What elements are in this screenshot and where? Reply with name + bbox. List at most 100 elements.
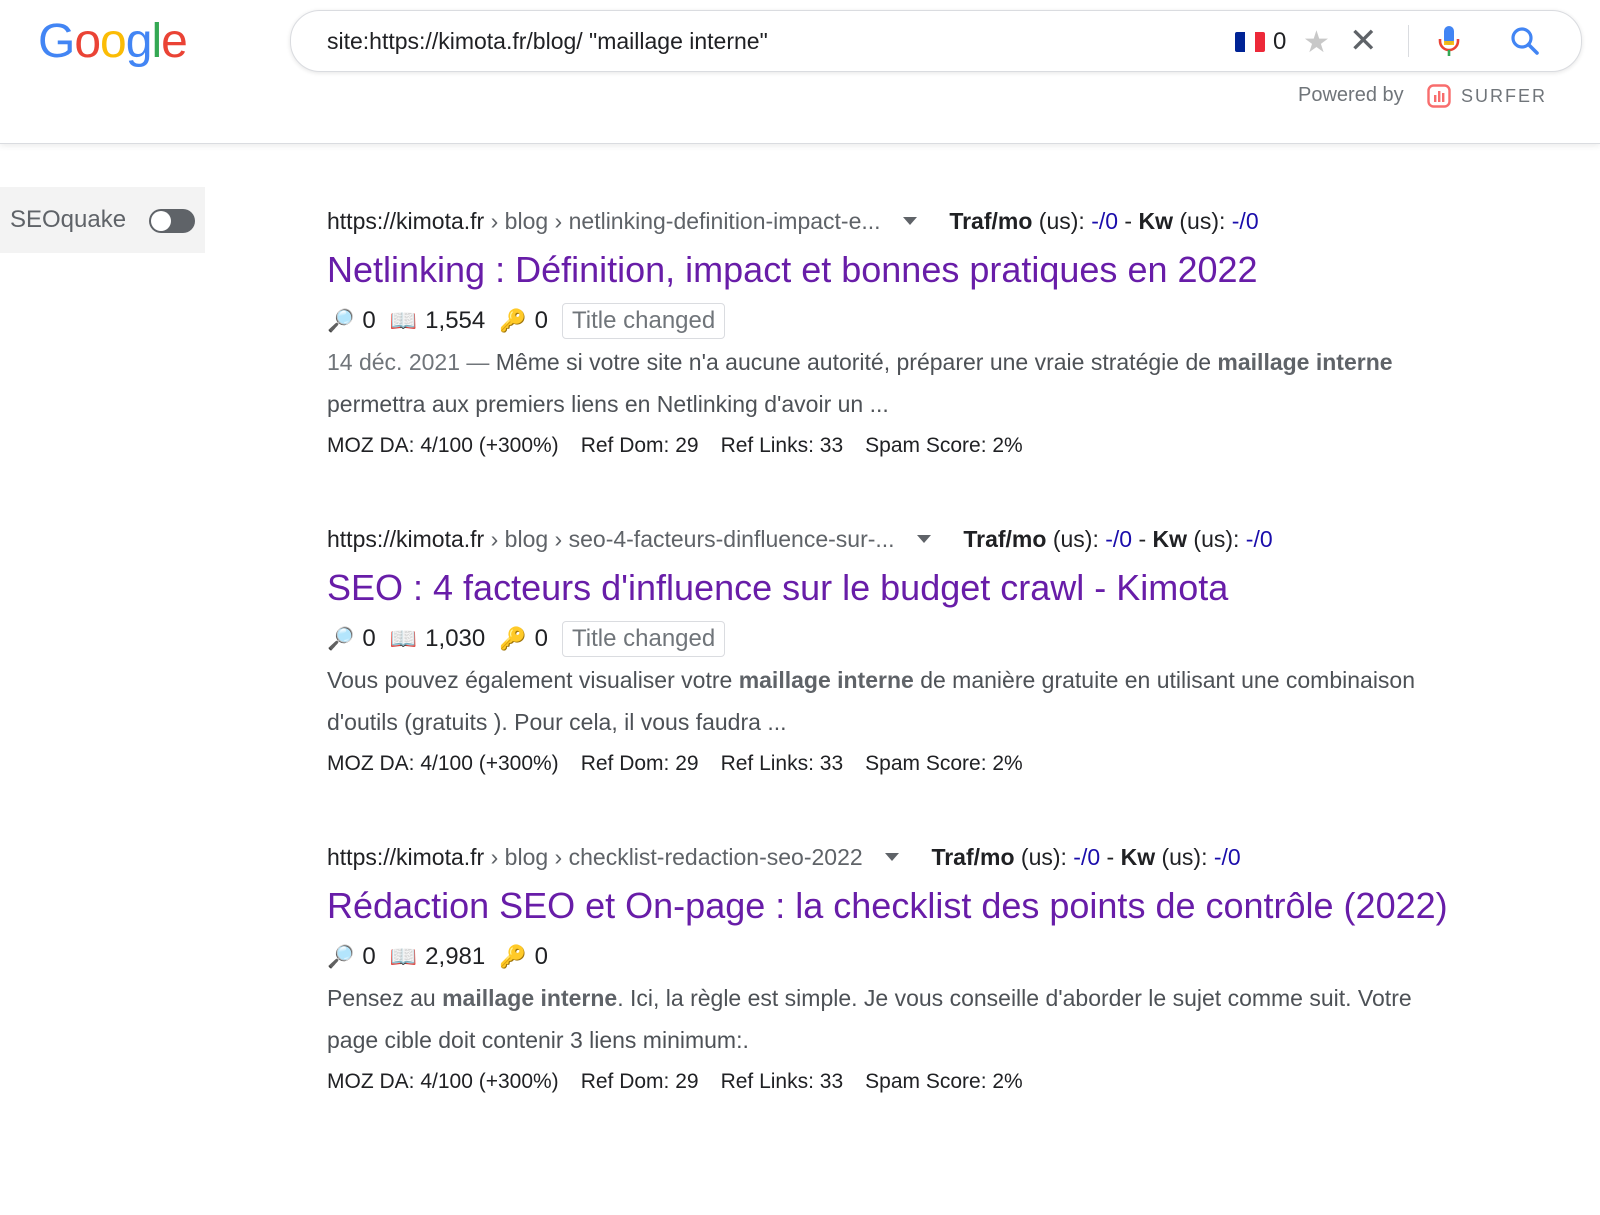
toggle-knob: [151, 211, 171, 231]
ref-domains: Ref Dom: 29: [580, 752, 699, 775]
logo-letter: g: [125, 15, 153, 68]
metric-value: 0: [534, 943, 548, 970]
keywords-label: Kw: [1120, 844, 1156, 870]
logo-letter: o: [74, 15, 101, 68]
ref-domains: Ref Dom: 29: [580, 1070, 699, 1093]
metric-value: 2,981: [425, 943, 486, 970]
snippet-text: Vous pouvez également visualiser votre: [327, 667, 739, 693]
breadcrumb-separator: ›: [490, 208, 499, 234]
star-icon[interactable]: ★: [1303, 25, 1330, 60]
close-icon[interactable]: ✕: [1349, 21, 1378, 61]
snippet-highlight: maillage interne: [442, 985, 618, 1011]
metric-keys: 🔑 0: [499, 620, 548, 658]
logo-letter: G: [38, 15, 75, 68]
powered-by-label: Powered by: [1298, 84, 1404, 106]
result-metrics: 🔎 0 📖 1,554 🔑 0 Title changed: [327, 302, 1467, 340]
breadcrumb-separator: ›: [554, 526, 563, 552]
breadcrumb-separator: ›: [554, 844, 563, 870]
result-title-link[interactable]: Netlinking : Définition, impact et bonne…: [327, 246, 1467, 294]
keywords-label: Kw: [1152, 526, 1188, 552]
result-snippet: Vous pouvez également visualiser votre m…: [327, 659, 1467, 743]
result-domain: https://kimota.fr: [327, 526, 485, 552]
result-breadcrumb[interactable]: https://kimota.fr › blog › checklist-red…: [327, 842, 1467, 872]
metric-value: 0: [362, 307, 376, 334]
traffic-value[interactable]: -/0: [1091, 208, 1118, 234]
ref-domains: Ref Dom: 29: [580, 434, 699, 457]
magnifier-icon: 🔎: [327, 944, 355, 969]
traffic-value[interactable]: -/0: [1105, 526, 1132, 552]
logo-letter: o: [100, 15, 127, 68]
keywords-region: (us):: [1187, 526, 1246, 552]
france-flag-icon[interactable]: [1235, 32, 1265, 52]
metric-words: 📖 1,030: [390, 620, 485, 658]
traffic-stats: Traf/mo (us): -/0 - Kw (us): -/0: [931, 844, 1240, 870]
search-icon[interactable]: [1509, 25, 1541, 62]
stats-separator: -: [1118, 208, 1139, 234]
keywords-value[interactable]: -/0: [1232, 208, 1259, 234]
result-title-link[interactable]: SEO : 4 facteurs d'influence sur le budg…: [327, 564, 1467, 612]
metric-value: 0: [534, 625, 548, 652]
breadcrumb-separator: ›: [554, 208, 563, 234]
traffic-label: Traf/mo: [949, 208, 1033, 234]
book-icon: 📖: [389, 308, 418, 333]
microphone-icon[interactable]: [1437, 25, 1461, 62]
traffic-stats: Traf/mo (us): -/0 - Kw (us): -/0: [949, 208, 1258, 234]
stats-separator: -: [1132, 526, 1153, 552]
keywords-label: Kw: [1138, 208, 1173, 234]
metric-value: 1,554: [425, 307, 486, 334]
caret-down-icon[interactable]: [885, 853, 900, 862]
search-result: https://kimota.fr › blog › checklist-red…: [327, 842, 1467, 1103]
logo-letter: e: [161, 15, 188, 68]
ref-links: Ref Links: 33: [720, 752, 844, 775]
caret-down-icon[interactable]: [916, 535, 931, 544]
metric-words: 📖 2,981: [390, 938, 485, 976]
traffic-region: (us):: [1046, 526, 1106, 552]
keywords-value[interactable]: -/0: [1246, 526, 1273, 552]
snippet-text: permettra aux premiers liens en Netlinki…: [327, 391, 889, 417]
magnifier-icon: 🔎: [327, 626, 355, 651]
snippet-highlight: maillage interne: [738, 667, 914, 693]
search-input[interactable]: site:https://kimota.fr/blog/ "maillage i…: [327, 28, 768, 55]
stats-separator: -: [1100, 844, 1121, 870]
result-metrics: 🔎 0 📖 1,030 🔑 0 Title changed: [327, 620, 1467, 658]
result-breadcrumb[interactable]: https://kimota.fr › blog › seo-4-facteur…: [327, 524, 1467, 554]
magnifier-icon: 🔎: [327, 308, 355, 333]
traffic-value[interactable]: -/0: [1073, 844, 1100, 870]
traffic-region: (us):: [1014, 844, 1074, 870]
title-changed-badge: Title changed: [562, 621, 726, 657]
metric-value: 0: [362, 625, 376, 652]
result-breadcrumb[interactable]: https://kimota.fr › blog › netlinking-de…: [327, 206, 1467, 236]
seoquake-toggle[interactable]: [149, 209, 195, 233]
key-icon: 🔑: [499, 308, 527, 333]
result-domain: https://kimota.fr: [327, 208, 485, 234]
search-bar[interactable]: site:https://kimota.fr/blog/ "maillage i…: [290, 10, 1582, 72]
spam-score: Spam Score: 2%: [865, 752, 1023, 775]
metric-search: 🔎 0: [327, 620, 376, 658]
breadcrumb-separator: ›: [490, 844, 499, 870]
result-date: 14 déc. 2021 —: [327, 349, 496, 375]
breadcrumb-separator: ›: [490, 526, 499, 552]
moz-da: MOZ DA: 4/100 (+300%): [327, 752, 559, 775]
traffic-stats: Traf/mo (us): -/0 - Kw (us): -/0: [963, 526, 1272, 552]
ref-links: Ref Links: 33: [720, 434, 844, 457]
surfer-brand[interactable]: SURFER: [1461, 86, 1547, 107]
keywords-value[interactable]: -/0: [1214, 844, 1241, 870]
search-result: https://kimota.fr › blog › seo-4-facteur…: [327, 524, 1467, 785]
book-icon: 📖: [389, 626, 418, 651]
breadcrumb-segment: blog: [504, 844, 549, 870]
result-snippet: Pensez au maillage interne. Ici, la règl…: [327, 977, 1467, 1061]
ref-links: Ref Links: 33: [720, 1070, 844, 1093]
breadcrumb-segment: blog: [504, 208, 549, 234]
caret-down-icon[interactable]: [902, 217, 917, 226]
traffic-label: Traf/mo: [931, 844, 1015, 870]
surfer-logo-icon: [1427, 84, 1451, 108]
spam-score: Spam Score: 2%: [865, 434, 1023, 457]
keywords-region: (us):: [1155, 844, 1214, 870]
traffic-label: Traf/mo: [963, 526, 1047, 552]
metric-value: 0: [362, 943, 376, 970]
search-header: Google site:https://kimota.fr/blog/ "mai…: [0, 0, 1600, 144]
moz-stats: MOZ DA: 4/100 (+300%) Ref Dom: 29 Ref Link…: [327, 743, 1467, 785]
snippet-text: Pensez au: [327, 985, 443, 1011]
google-logo[interactable]: Google: [38, 14, 188, 69]
result-title-link[interactable]: Rédaction SEO et On-page : la checklist …: [327, 882, 1467, 930]
